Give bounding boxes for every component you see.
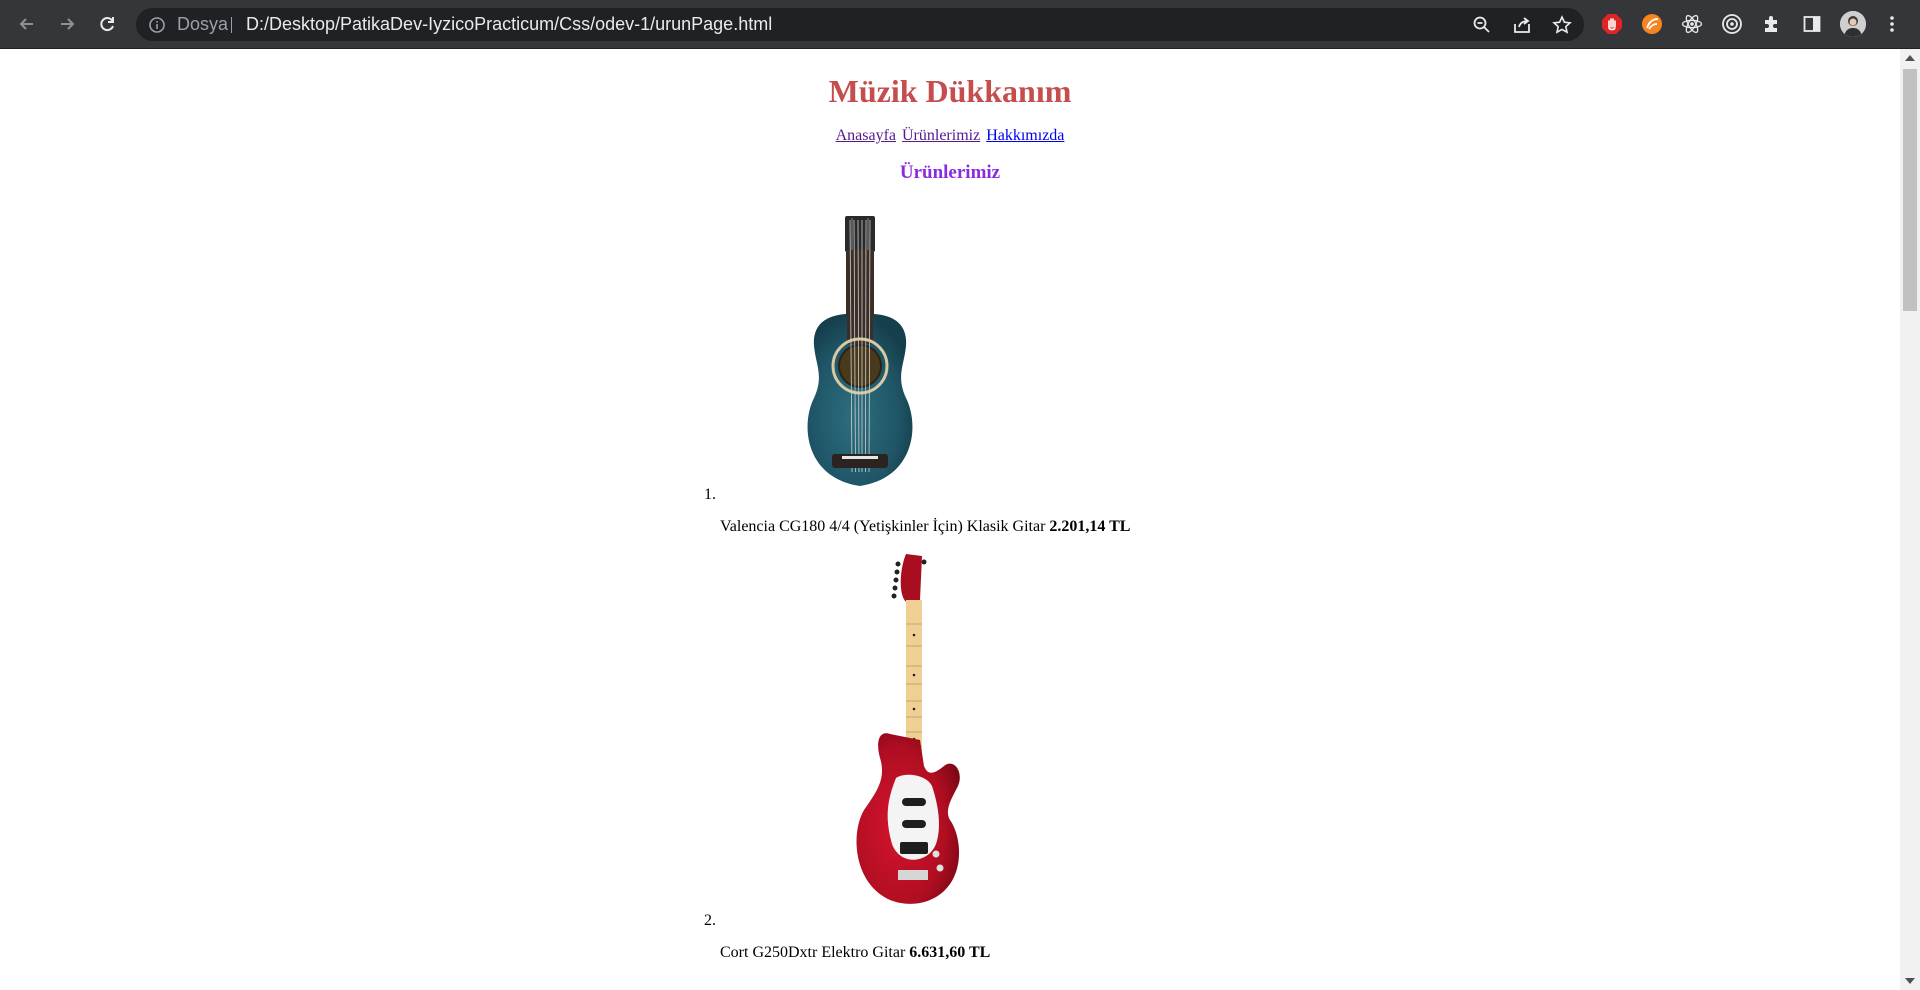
menu-icon [1890, 16, 1894, 32]
product-description-2: Cort G250Dxtr Elektro Gitar 6.631,60 TL [720, 944, 990, 962]
zoom-button[interactable] [1470, 13, 1494, 37]
product-price-1: 2.201,14 TL [1049, 518, 1131, 535]
page-title: Müzik Dükkanım [828, 73, 1072, 109]
extension-target[interactable] [1720, 12, 1744, 36]
share-icon [1514, 17, 1530, 33]
extension-red-hand[interactable] [1600, 12, 1624, 36]
product-image-electric-guitar [856, 554, 960, 904]
product-price-2: 6.631,60 TL [909, 944, 991, 961]
product-number-1: 1. [704, 486, 716, 503]
forward-icon [61, 18, 75, 30]
extension-orange-icon [1642, 14, 1662, 34]
reload-button[interactable] [92, 9, 122, 39]
extension-red-hand-icon [1602, 14, 1622, 34]
vertical-scrollbar[interactable] [1900, 49, 1920, 990]
site-info-label[interactable]: Dosya [177, 8, 228, 41]
address-separator [231, 17, 232, 33]
reload-icon [100, 17, 114, 32]
info-icon [149, 17, 165, 33]
scroll-down-arrow[interactable] [1905, 978, 1915, 984]
forward-button[interactable] [52, 9, 82, 39]
product-name-1: Valencia CG180 4/4 (Yetişkinler İçin) Kl… [720, 518, 1046, 535]
bookmark-button[interactable] [1550, 13, 1574, 37]
share-button[interactable] [1510, 13, 1534, 37]
product-number-2: 2. [704, 912, 716, 929]
zoom-icon [1473, 16, 1490, 33]
react-devtools-icon [1681, 14, 1703, 34]
product-description-1: Valencia CG180 4/4 (Yetişkinler İçin) Kl… [720, 518, 1130, 536]
profile-avatar[interactable] [1840, 11, 1866, 37]
star-icon [1552, 15, 1572, 34]
scroll-up-arrow[interactable] [1905, 55, 1915, 61]
back-icon [19, 18, 33, 30]
back-button[interactable] [12, 9, 42, 39]
url-text[interactable]: D:/Desktop/PatikaDev-IyzicoPracticum/Css… [246, 8, 772, 41]
site-info-button[interactable] [148, 16, 166, 39]
avatar-icon [1840, 11, 1866, 37]
nav-link-about[interactable]: Hakkımızda [986, 127, 1064, 144]
product-image-classical-guitar [807, 216, 913, 486]
react-devtools-extension[interactable] [1680, 12, 1704, 36]
page-content: Müzik Dükkanım Anasayfa Ürünlerimiz Hakk… [0, 49, 1900, 990]
side-panel-icon [1803, 16, 1821, 32]
site-nav: Anasayfa Ürünlerimiz Hakkımızda [0, 127, 1900, 145]
browser-toolbar: Dosya D:/Desktop/PatikaDev-IyzicoPractic… [0, 0, 1920, 49]
section-title: Ürünlerimiz [899, 162, 1001, 183]
puzzle-icon [1765, 16, 1777, 32]
address-bar[interactable]: Dosya D:/Desktop/PatikaDev-IyzicoPractic… [136, 8, 1584, 41]
side-panel-button[interactable] [1800, 12, 1824, 36]
extensions-button[interactable] [1760, 12, 1784, 36]
extension-orange[interactable] [1640, 12, 1664, 36]
scrollbar-thumb[interactable] [1903, 69, 1917, 311]
extension-target-icon [1722, 14, 1742, 34]
nav-link-products[interactable]: Ürünlerimiz [902, 127, 980, 144]
product-name-2: Cort G250Dxtr Elektro Gitar [720, 944, 906, 961]
nav-link-home[interactable]: Anasayfa [836, 127, 896, 144]
browser-menu-button[interactable] [1880, 12, 1904, 36]
